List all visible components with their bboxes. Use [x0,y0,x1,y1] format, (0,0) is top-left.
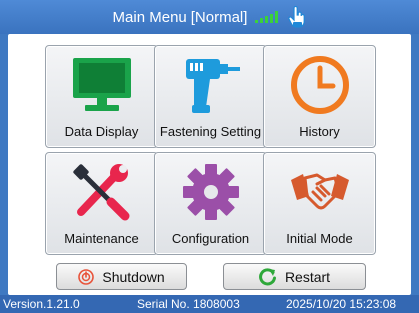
monitor-icon [72,58,131,111]
clock-icon [290,56,349,114]
restart-icon [259,267,276,285]
data-display-tile[interactable]: Data Display [45,45,158,148]
initial-mode-tile[interactable]: Initial Mode [263,152,376,255]
datetime-text: 2025/10/20 15:23:08 [286,297,397,311]
history-tile[interactable]: History [263,45,376,148]
version-text: Version.1.21.0 [3,297,80,311]
gear-icon [182,164,239,220]
signal-strength-icon [255,11,279,23]
configuration-tile[interactable]: Configuration [154,152,267,255]
data-display-label: Data Display [64,124,139,139]
power-icon [78,268,95,285]
fastening-setting-label: Fastening Setting [159,124,262,139]
menu-panel: Data Display Fastening Setting History M… [8,34,411,295]
title-bar: Main Menu [Normal] [0,0,419,34]
configuration-label: Configuration [171,231,250,246]
shutdown-label: Shutdown [102,268,165,285]
fastening-setting-tile[interactable]: Fastening Setting [154,45,267,148]
history-label: History [299,124,340,139]
tools-icon [72,164,129,221]
maintenance-tile[interactable]: Maintenance [45,152,158,255]
power-tool-icon [185,59,240,113]
page-title: Main Menu [112,8,187,26]
restart-label: Restart [284,268,331,285]
shutdown-button[interactable]: Shutdown [56,263,187,290]
maintenance-label: Maintenance [64,231,139,246]
touch-hand-icon [288,6,306,28]
status-bar: Version.1.21.0 Serial No. 1808003 2025/1… [0,295,419,313]
restart-button[interactable]: Restart [223,263,366,290]
main-menu-screen: Main Menu [Normal] Data Display Fastenin… [0,0,419,313]
handshake-icon [290,173,349,210]
mode-indicator: [Normal] [190,8,248,26]
serial-number-text: Serial No. 1808003 [137,297,240,311]
initial-mode-label: Initial Mode [286,231,353,246]
